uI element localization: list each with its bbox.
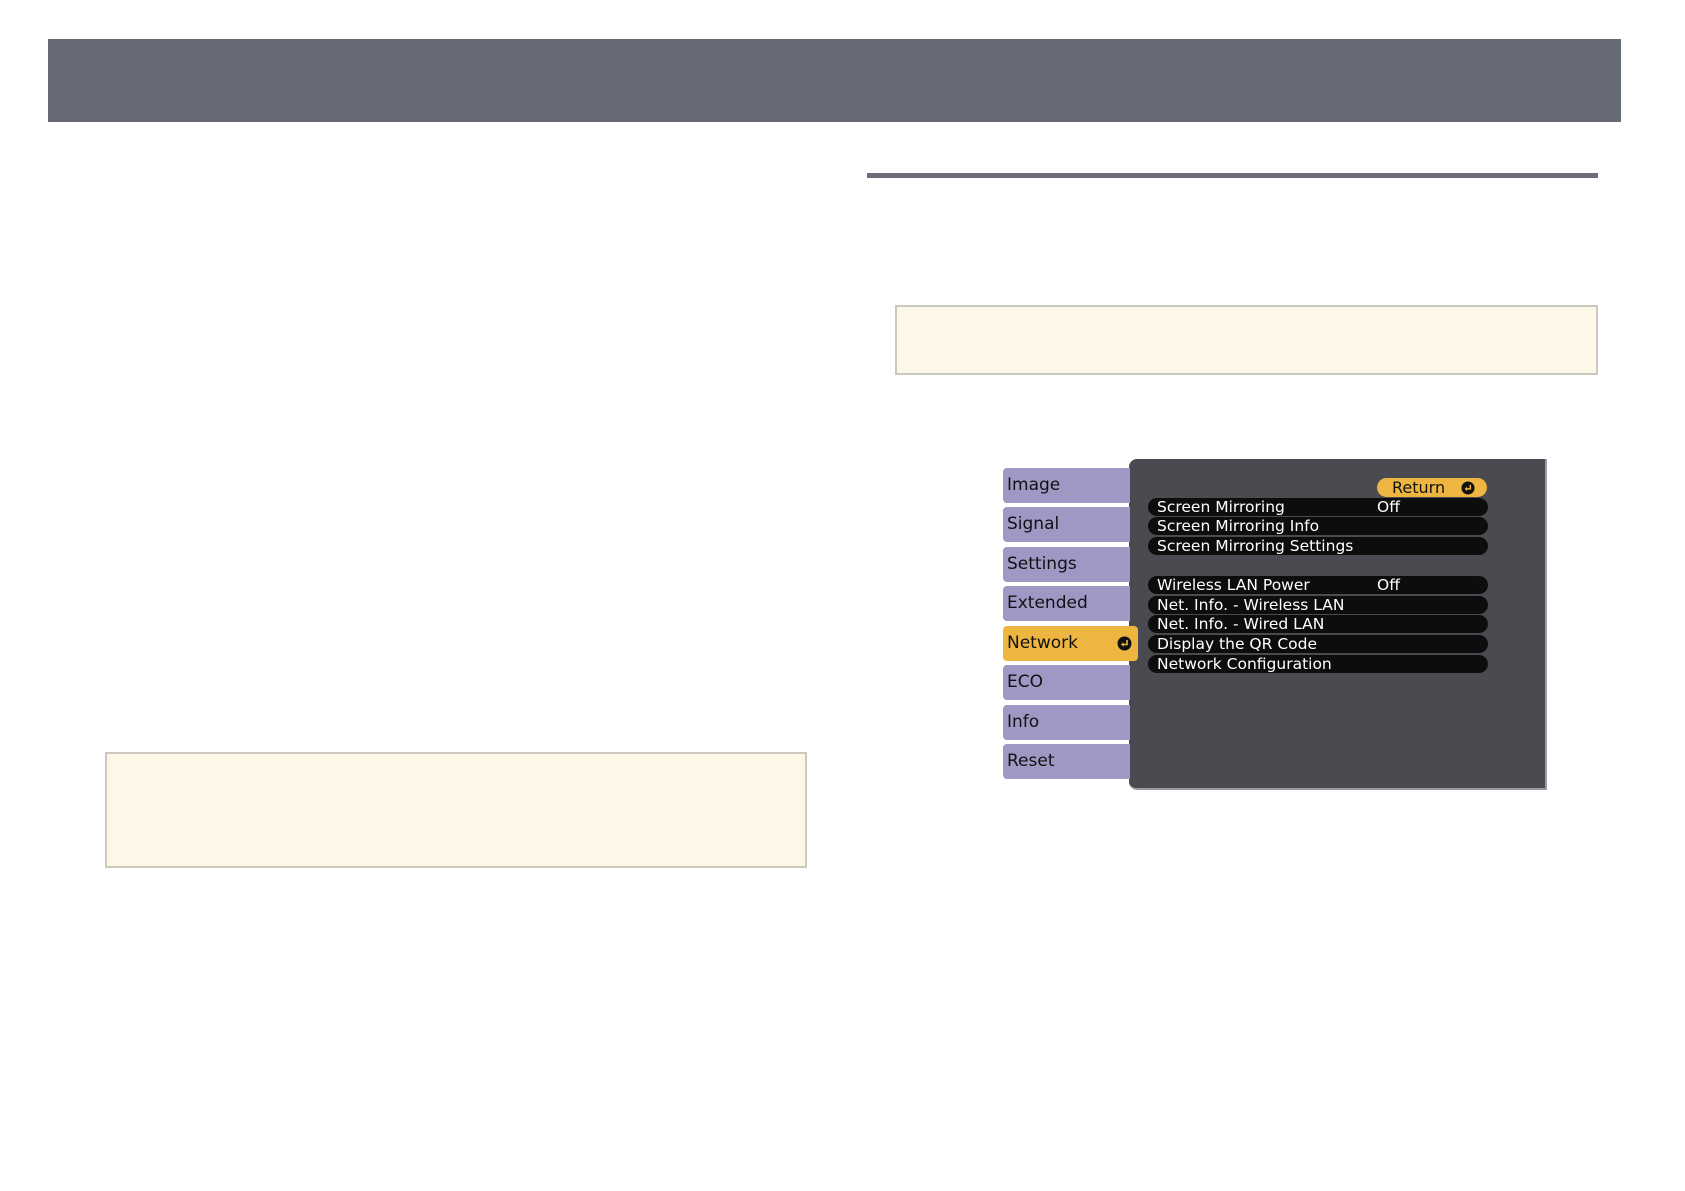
menu-item-net-info-wired-lan[interactable]: Net. Info. - Wired LAN	[1148, 615, 1488, 633]
projector-menu-screenshot: Image Signal Settings Extended Network E…	[1001, 458, 1549, 793]
menu-tab-label: Settings	[1007, 554, 1077, 574]
menu-tab-info[interactable]: Info	[1003, 705, 1130, 740]
menu-tab-label: Info	[1007, 712, 1040, 732]
menu-item-label: Net. Info. - Wired LAN	[1157, 615, 1325, 633]
menu-item-label: Screen Mirroring Settings	[1157, 537, 1354, 555]
menu-item-network-configuration[interactable]: Network Configuration	[1148, 655, 1488, 673]
menu-tab-extended[interactable]: Extended	[1003, 586, 1130, 621]
note-box-left	[105, 752, 807, 868]
enter-icon	[1117, 636, 1132, 651]
menu-item-label: Screen Mirroring	[1157, 498, 1285, 516]
menu-tab-signal[interactable]: Signal	[1003, 507, 1130, 542]
menu-tab-label: Reset	[1007, 751, 1055, 771]
menu-tab-label: Extended	[1007, 593, 1088, 613]
menu-item-screen-mirroring-settings[interactable]: Screen Mirroring Settings	[1148, 537, 1488, 555]
menu-item-value: Off	[1377, 498, 1400, 516]
menu-item-label: Network Configuration	[1157, 655, 1332, 673]
menu-item-value: Off	[1377, 576, 1400, 594]
menu-tab-image[interactable]: Image	[1003, 468, 1130, 503]
header-bar	[48, 39, 1621, 122]
menu-tab-label: Network	[1007, 633, 1078, 653]
menu-tab-label: ECO	[1007, 672, 1043, 692]
menu-item-wireless-lan-power[interactable]: Wireless LAN Power Off	[1148, 576, 1488, 594]
menu-item-screen-mirroring-info[interactable]: Screen Mirroring Info	[1148, 517, 1488, 535]
note-box-right	[895, 305, 1598, 375]
menu-item-label: Screen Mirroring Info	[1157, 517, 1320, 535]
menu-item-display-qr-code[interactable]: Display the QR Code	[1148, 635, 1488, 653]
menu-tab-eco[interactable]: ECO	[1003, 665, 1130, 700]
menu-item-label: Net. Info. - Wireless LAN	[1157, 596, 1345, 614]
menu-tab-network[interactable]: Network	[1003, 626, 1138, 661]
menu-item-net-info-wireless-lan[interactable]: Net. Info. - Wireless LAN	[1148, 596, 1488, 614]
menu-item-label: Display the QR Code	[1157, 635, 1318, 653]
menu-tab-settings[interactable]: Settings	[1003, 547, 1130, 582]
return-button[interactable]: Return	[1377, 478, 1487, 497]
menu-tab-reset[interactable]: Reset	[1003, 744, 1130, 779]
enter-icon	[1461, 481, 1475, 495]
section-divider	[867, 173, 1598, 178]
menu-tab-label: Image	[1007, 475, 1061, 495]
menu-tab-label: Signal	[1007, 514, 1060, 534]
return-label: Return	[1392, 478, 1446, 497]
menu-item-screen-mirroring[interactable]: Screen Mirroring Off	[1148, 498, 1488, 516]
menu-item-label: Wireless LAN Power	[1157, 576, 1310, 594]
